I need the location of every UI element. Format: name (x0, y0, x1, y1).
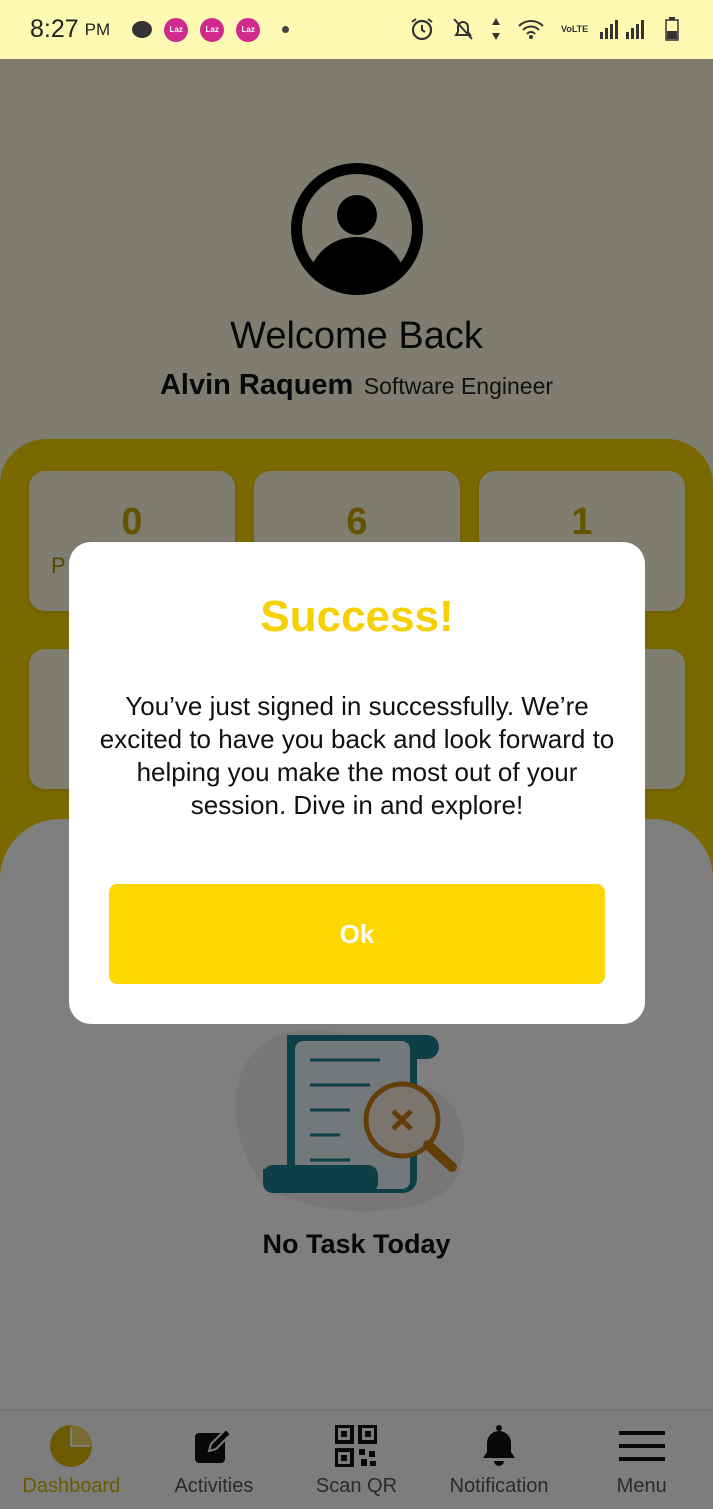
more-notifications-dot (282, 26, 290, 33)
volte-icon: VoLTE (561, 23, 589, 34)
status-bar: 8:27 PM Laz Laz Laz VoLTE (0, 0, 713, 59)
dialog-title: Success! (260, 592, 454, 641)
status-time: 8:27 (30, 15, 79, 43)
notifications-off-icon (451, 16, 475, 42)
alarm-icon (409, 16, 435, 42)
chat-bubble-icon (132, 21, 153, 38)
battery-icon (665, 17, 679, 41)
ok-button[interactable]: Ok (109, 884, 605, 984)
app-notification-icon: Laz (236, 17, 261, 42)
signal-icon (599, 18, 649, 40)
wifi-icon (517, 18, 545, 40)
status-ampm: PM (84, 19, 111, 39)
success-dialog: Success! You’ve just signed in successfu… (69, 542, 645, 1024)
app-notification-icon: Laz (200, 17, 225, 42)
dialog-message: You’ve just signed in successfully. We’r… (99, 691, 615, 820)
app-notification-icon: Laz (164, 17, 189, 42)
data-arrows-icon (491, 17, 501, 41)
